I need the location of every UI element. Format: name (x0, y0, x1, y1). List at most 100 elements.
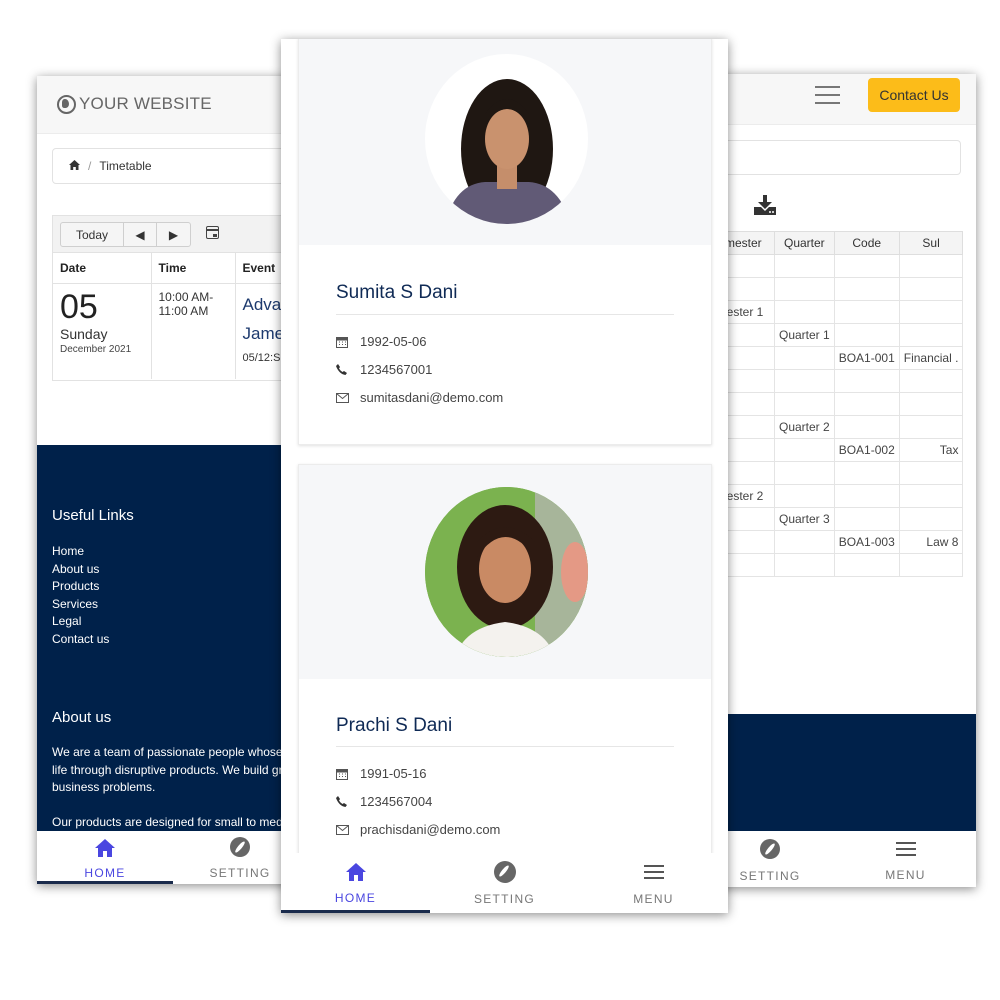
column-header-date: Date (53, 253, 152, 284)
footer-link-services[interactable]: Services (52, 596, 109, 614)
nav-menu-label: MENU (885, 868, 926, 882)
breadcrumb: / Timetable (52, 148, 307, 184)
bottom-navigation: SETTING MENU (705, 831, 976, 887)
site-header: YOUR WEBSITE (37, 76, 307, 134)
nav-menu[interactable]: MENU (835, 831, 976, 887)
table-row (705, 553, 964, 577)
site-logo[interactable]: YOUR WEBSITE (57, 94, 212, 114)
contact-phone: 1234567001 (336, 362, 432, 377)
subject-cell: Law 8 (898, 530, 964, 554)
contact-card[interactable]: Sumita S Dani 1992-05-06 1234567001 sumi… (298, 39, 712, 445)
phone-value[interactable]: 1234567004 (360, 794, 432, 809)
email-value[interactable]: prachisdani@demo.com (360, 822, 500, 837)
bottom-navigation: HOME SETTING (37, 831, 307, 884)
nav-setting[interactable]: SETTING (430, 853, 579, 913)
avatar (425, 54, 588, 224)
quarter-cell: Quarter 2 (774, 415, 835, 439)
quarter-cell: Quarter 3 (774, 507, 835, 531)
prev-button[interactable]: ◀ (124, 223, 157, 246)
nav-setting-label: SETTING (473, 892, 536, 906)
contact-us-button[interactable]: Contact Us (868, 78, 960, 112)
nav-menu-label: MENU (633, 892, 674, 906)
card-photo-area (299, 465, 711, 679)
subject-cell (898, 369, 964, 393)
footer-link-about[interactable]: About us (52, 561, 109, 579)
site-footer (705, 714, 976, 831)
download-icon[interactable] (754, 195, 776, 215)
footer-link-home[interactable]: Home (52, 543, 109, 561)
table-row: BOA1-003 Law 8 (705, 530, 964, 554)
table-row: Semester 1 (705, 300, 964, 324)
calendar-picker-icon[interactable] (206, 226, 219, 239)
quarter-cell (774, 438, 835, 462)
home-icon[interactable] (69, 159, 80, 173)
subject-cell (898, 484, 964, 508)
column-header-code: Code (833, 231, 900, 255)
table-row (705, 254, 964, 278)
contact-email: sumitasdani@demo.com (336, 390, 503, 405)
table-row: 05 Sunday December 2021 10:00 AM- 11:00 … (53, 283, 307, 379)
contacts-screen: Sumita S Dani 1992-05-06 1234567001 sumi… (281, 39, 728, 913)
table-row: Quarter 2 (705, 415, 964, 439)
calendar-toolbar: Today ◀ ▶ (53, 216, 307, 253)
code-cell (833, 415, 900, 439)
contact-birthdate: 1992-05-06 (336, 334, 427, 349)
about-line: life through disruptive products. We bui… (52, 762, 283, 777)
menu-icon (643, 865, 664, 879)
table-row (705, 369, 964, 393)
nav-home[interactable]: HOME (37, 831, 173, 884)
birthdate-value: 1992-05-06 (360, 334, 427, 349)
email-value[interactable]: sumitasdani@demo.com (360, 390, 503, 405)
nav-setting-label: SETTING (209, 866, 271, 880)
column-header-time: Time (151, 253, 236, 284)
breadcrumb-separator: / (88, 159, 92, 173)
globe-icon (57, 94, 76, 114)
table-row: BOA1-001 Financial . (705, 346, 964, 370)
compass-icon (493, 861, 516, 883)
about-heading: About us (52, 709, 112, 726)
quarter-cell (774, 300, 835, 324)
footer-link-products[interactable]: Products (52, 578, 109, 596)
quarter-cell (774, 369, 835, 393)
home-icon (95, 839, 115, 857)
quarter-cell (774, 461, 835, 485)
time-range: 10:00 AM- 11:00 AM (158, 289, 214, 318)
code-cell: BOA1-001 (833, 346, 900, 370)
contact-card[interactable]: Prachi S Dani 1991-05-16 1234567004 prac… (298, 464, 712, 884)
envelope-icon (336, 824, 360, 835)
nav-home-label: HOME (334, 891, 377, 905)
nav-menu[interactable]: MENU (579, 853, 728, 913)
footer-link-contact[interactable]: Contact us (52, 631, 109, 649)
nav-home[interactable]: HOME (281, 853, 430, 913)
curriculum-table-body: Semester 1 Quarter 1 BOA1-001 Financial . Qu… (705, 254, 964, 577)
table-row: BOA1-002 Tax (705, 438, 964, 462)
timetable-table: Date Time Event 05 Sunday December 2021 … (53, 253, 307, 379)
quarter-cell (774, 392, 835, 416)
month-year: December 2021 (60, 343, 132, 355)
footer-link-legal[interactable]: Legal (52, 613, 109, 631)
code-cell: BOA1-003 (833, 530, 900, 554)
code-cell (833, 323, 900, 347)
code-cell (833, 300, 900, 324)
divider (336, 746, 674, 747)
nav-home-label: HOME (84, 866, 126, 880)
code-cell: BOA1-002 (833, 438, 900, 462)
code-cell (833, 507, 900, 531)
contact-phone: 1234567004 (336, 794, 432, 809)
contact-name: Sumita S Dani (336, 282, 458, 303)
subject-cell (898, 323, 964, 347)
today-button[interactable]: Today (61, 223, 124, 246)
next-button[interactable]: ▶ (157, 223, 190, 246)
code-cell (833, 369, 900, 393)
quarter-cell (774, 553, 835, 577)
table-row (705, 277, 964, 301)
hamburger-menu-icon[interactable] (815, 86, 840, 104)
compass-icon (230, 837, 250, 857)
avatar (425, 487, 588, 657)
quarter-cell (774, 484, 835, 508)
subject-cell (898, 277, 964, 301)
search-input[interactable] (705, 140, 961, 175)
phone-value[interactable]: 1234567001 (360, 362, 432, 377)
subject-cell (898, 415, 964, 439)
divider (336, 314, 674, 315)
